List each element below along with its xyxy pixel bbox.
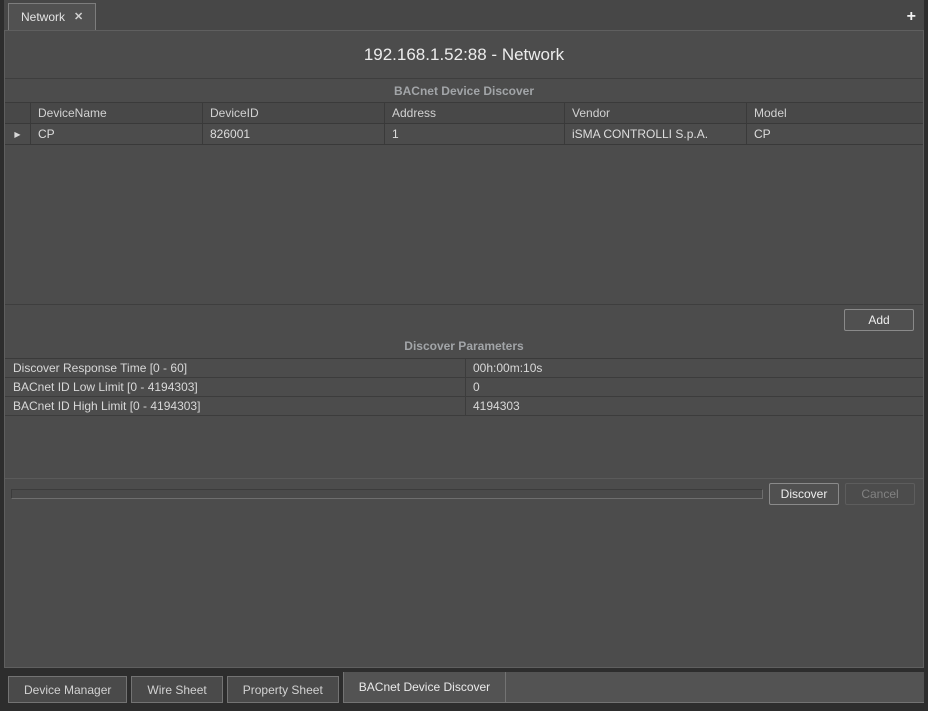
parameter-row-id-high-limit: BACnet ID High Limit [0 - 4194303] 41943… [5, 397, 923, 416]
parameter-value-id-high-limit[interactable]: 4194303 [466, 397, 923, 415]
cell-devicename: CP [31, 124, 203, 144]
cell-vendor: iSMA CONTROLLI S.p.A. [565, 124, 747, 144]
parameter-label: BACnet ID High Limit [0 - 4194303] [5, 397, 466, 415]
parameters-section-title: Discover Parameters [5, 335, 923, 359]
column-header-devicename[interactable]: DeviceName [31, 103, 203, 123]
column-header-address[interactable]: Address [385, 103, 565, 123]
cell-model: CP [747, 124, 923, 144]
parameter-label: BACnet ID Low Limit [0 - 4194303] [5, 378, 466, 396]
action-row: Discover Cancel [5, 479, 923, 509]
view-tab-bar: Device Manager Wire Sheet Property Sheet… [4, 668, 924, 711]
device-table-header: DeviceName DeviceID Address Vendor Model [5, 103, 923, 124]
cell-deviceid: 826001 [203, 124, 385, 144]
app-window: Network ✕ + 192.168.1.52:88 - Network BA… [0, 0, 928, 711]
table-row[interactable]: ▶ CP 826001 1 iSMA CONTROLLI S.p.A. CP [5, 124, 923, 145]
add-button[interactable]: Add [844, 309, 914, 331]
tab-network[interactable]: Network ✕ [8, 3, 96, 30]
cell-address: 1 [385, 124, 565, 144]
column-header-vendor[interactable]: Vendor [565, 103, 747, 123]
tab-bar-filler [506, 672, 924, 703]
device-discover-section-title: BACnet Device Discover [5, 79, 923, 103]
row-selector-header-cell [5, 103, 31, 123]
parameter-row-response-time: Discover Response Time [0 - 60] 00h:00m:… [5, 359, 923, 378]
add-tab-icon[interactable]: + [907, 9, 916, 25]
parameter-label: Discover Response Time [0 - 60] [5, 359, 466, 377]
row-selector-cell: ▶ [5, 124, 31, 144]
document-tab-bar: Network ✕ + [4, 0, 924, 30]
network-view-panel: 192.168.1.52:88 - Network BACnet Device … [4, 30, 924, 668]
close-tab-icon[interactable]: ✕ [74, 12, 83, 23]
selected-row-marker-icon: ▶ [14, 130, 20, 139]
parameter-value-response-time[interactable]: 00h:00m:10s [466, 359, 923, 377]
tab-bacnet-device-discover[interactable]: BACnet Device Discover [343, 672, 506, 703]
tab-device-manager[interactable]: Device Manager [8, 676, 127, 703]
panel-footer-gap [5, 509, 923, 668]
parameters-empty-area [5, 416, 923, 479]
discover-progress-bar [11, 489, 763, 499]
tab-property-sheet[interactable]: Property Sheet [227, 676, 339, 703]
tab-network-label: Network [21, 10, 65, 24]
page-title: 192.168.1.52:88 - Network [5, 31, 923, 79]
add-button-row: Add [5, 304, 923, 335]
parameter-value-id-low-limit[interactable]: 0 [466, 378, 923, 396]
parameter-row-id-low-limit: BACnet ID Low Limit [0 - 4194303] 0 [5, 378, 923, 397]
column-header-deviceid[interactable]: DeviceID [203, 103, 385, 123]
cancel-button[interactable]: Cancel [845, 483, 915, 505]
column-header-model[interactable]: Model [747, 103, 923, 123]
discover-button[interactable]: Discover [769, 483, 839, 505]
tab-wire-sheet[interactable]: Wire Sheet [131, 676, 222, 703]
device-table-empty-area [5, 145, 923, 304]
